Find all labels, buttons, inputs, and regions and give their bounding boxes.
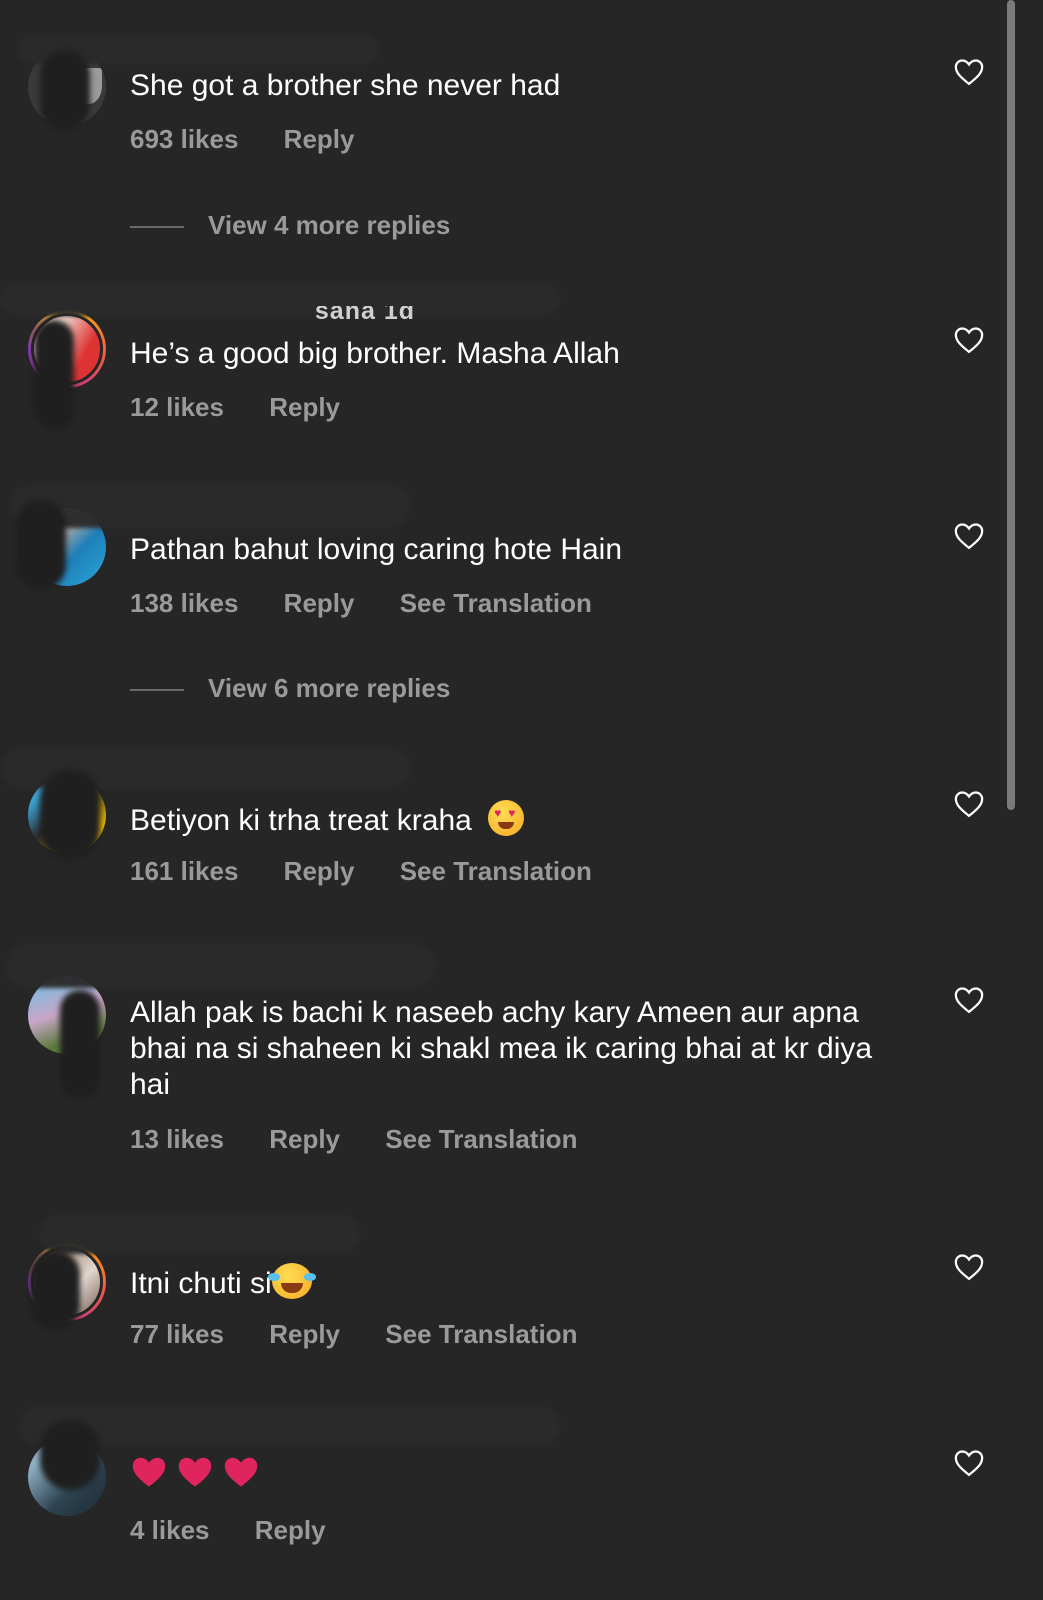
likes-count[interactable]: 13 likes: [130, 1124, 224, 1154]
see-translation-button[interactable]: See Translation: [385, 1319, 577, 1349]
comment-meta: 138 likes Reply See Translation: [130, 588, 630, 619]
comment-text: She got a brother she never had: [130, 69, 561, 102]
red-heart-emoji: [132, 1457, 166, 1487]
divider: [130, 689, 184, 692]
heart-outline-icon[interactable]: [954, 326, 984, 354]
heart-outline-icon[interactable]: [954, 522, 984, 550]
heart-outline-icon[interactable]: [954, 986, 984, 1014]
view-more-label[interactable]: View 6 more replies: [208, 673, 450, 703]
tears-of-joy-emoji: [267, 1263, 316, 1299]
likes-count[interactable]: 138 likes: [130, 588, 238, 618]
comment-meta: 77 likes Reply See Translation: [130, 1319, 615, 1350]
see-translation-button[interactable]: See Translation: [385, 1124, 577, 1154]
heart-outline-icon[interactable]: [954, 58, 984, 86]
view-more-label[interactable]: View 4 more replies: [208, 210, 450, 240]
likes-count[interactable]: 4 likes: [130, 1515, 210, 1545]
heart-eyes-emoji: ♥ ♥: [488, 800, 525, 836]
reply-button[interactable]: Reply: [269, 1124, 340, 1154]
reply-button[interactable]: Reply: [255, 1515, 326, 1545]
view-more-replies[interactable]: View 4 more replies: [130, 210, 450, 241]
comment-text-content: Itni chuti si: [130, 1267, 272, 1300]
heart-outline-icon[interactable]: [954, 790, 984, 818]
reply-button[interactable]: Reply: [284, 588, 355, 618]
reply-button[interactable]: Reply: [284, 856, 355, 886]
comment-text: Itni chuti si: [130, 1263, 890, 1302]
comment-text: He’s a good big brother. Masha Allah: [130, 337, 620, 370]
see-translation-button[interactable]: See Translation: [400, 588, 592, 618]
red-heart-emoji: [178, 1457, 212, 1487]
comment-text-content: Betiyon ki trha treat kraha: [130, 804, 472, 837]
comment-meta: 161 likes Reply See Translation: [130, 856, 630, 887]
likes-count[interactable]: 161 likes: [130, 856, 238, 886]
reply-button[interactable]: Reply: [269, 392, 340, 422]
likes-count[interactable]: 693 likes: [130, 124, 238, 154]
reply-button[interactable]: Reply: [269, 1319, 340, 1349]
heart-outline-icon[interactable]: [954, 1253, 984, 1281]
scrollbar[interactable]: [1007, 0, 1015, 810]
comment-text: Allah pak is bachi k naseeb achy kary Am…: [130, 996, 873, 1101]
comment-meta: 4 likes Reply: [130, 1515, 364, 1546]
comment-text: Betiyon ki trha treat kraha ♥ ♥: [130, 800, 890, 839]
comment-meta: 693 likes Reply: [130, 124, 392, 155]
comment-meta: 12 likes Reply: [130, 392, 378, 423]
comment-text: [130, 1455, 890, 1494]
see-translation-button[interactable]: See Translation: [400, 856, 592, 886]
comments-screen: She got a brother she never had 693 like…: [0, 0, 1043, 1600]
red-heart-emoji: [224, 1457, 258, 1487]
likes-count[interactable]: 12 likes: [130, 392, 224, 422]
comment-meta: 13 likes Reply See Translation: [130, 1124, 615, 1155]
divider: [130, 226, 184, 229]
likes-count[interactable]: 77 likes: [130, 1319, 224, 1349]
username[interactable]: _sana 1d: [300, 306, 415, 320]
view-more-replies[interactable]: View 6 more replies: [130, 673, 450, 704]
comment-text: Pathan bahut loving caring hote Hain: [130, 533, 623, 566]
reply-button[interactable]: Reply: [284, 124, 355, 154]
heart-outline-icon[interactable]: [954, 1449, 984, 1477]
